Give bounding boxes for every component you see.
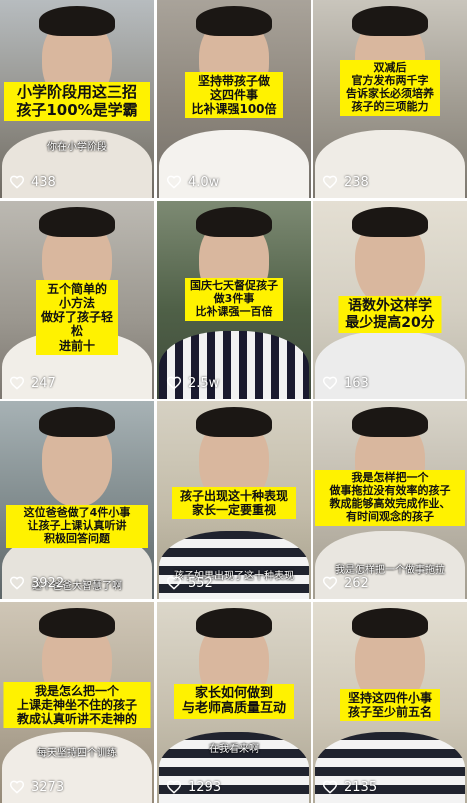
video-caption: 双减后 官方发布两千字 告诉家长必须培养 孩子的三项能力 <box>340 60 440 116</box>
heart-outline-icon <box>322 576 338 590</box>
presenter-hair <box>352 207 428 237</box>
video-subtitle: 每天坚持四个训练 <box>37 748 117 759</box>
video-caption: 家长如何做到 与老师高质量互动 <box>174 684 294 719</box>
video-thumbnail[interactable]: 这个爸爸大智慧了啊 这位爸爸做了4件小事 让孩子上课认真听讲 积极回答问题 3922 <box>0 401 154 599</box>
video-thumbnail[interactable]: 坚持这四件小事 孩子至少前五名 2135 <box>313 602 467 803</box>
like-count-value: 247 <box>31 375 56 391</box>
like-count: 3922 <box>9 575 64 591</box>
heart-outline-icon <box>322 175 338 189</box>
video-thumbnail[interactable]: 孩子如果出现了这十种表现 孩子出现这十种表现 家长一定要重视 552 <box>157 401 311 599</box>
video-caption: 坚持带孩子做 这四件事 比补课强100倍 <box>185 72 283 119</box>
like-count-value: 3273 <box>31 779 65 795</box>
like-count: 552 <box>166 575 213 591</box>
heart-outline-icon <box>166 576 182 590</box>
heart-outline-icon <box>166 780 182 794</box>
heart-outline-icon <box>9 376 25 390</box>
video-thumbnail[interactable]: 你在小学阶段 小学阶段用这三招 孩子100%是学霸 438 <box>0 0 154 198</box>
heart-outline-icon <box>166 376 182 390</box>
like-count: 247 <box>9 375 56 391</box>
video-thumbnail[interactable]: 双减后 官方发布两千字 告诉家长必须培养 孩子的三项能力 238 <box>313 0 467 198</box>
like-count: 3273 <box>9 779 64 795</box>
like-count: 262 <box>322 575 369 591</box>
video-caption: 这位爸爸做了4件小事 让孩子上课认真听讲 积极回答问题 <box>6 505 148 548</box>
video-subtitle: 我是怎样把一个做事拖拉 <box>335 565 445 576</box>
heart-outline-icon <box>9 780 25 794</box>
like-count-value: 2.5w <box>188 375 220 391</box>
video-caption: 我是怎样把一个 做事拖拉没有效率的孩子 教成能够高效完成作业、 有时间观念的孩子 <box>315 470 465 526</box>
presenter-hair <box>39 407 115 437</box>
video-thumbnail[interactable]: 坚持带孩子做 这四件事 比补课强100倍 4.0w <box>157 0 311 198</box>
presenter-hair <box>352 608 428 638</box>
like-count-value: 238 <box>344 174 369 190</box>
video-caption: 我是怎么把一个 上课走神坐不住的孩子 教成认真听讲不走神的 <box>3 682 151 729</box>
heart-outline-icon <box>166 175 182 189</box>
presenter-hair <box>39 6 115 36</box>
video-thumbnail[interactable]: 五个简单的 小方法 做好了孩子轻松 进前十 247 <box>0 201 154 399</box>
video-caption: 国庆七天督促孩子 做3件事 比补课强一百倍 <box>185 278 283 321</box>
video-caption: 五个简单的 小方法 做好了孩子轻松 进前十 <box>36 280 118 355</box>
presenter-hair <box>39 207 115 237</box>
like-count-value: 262 <box>344 575 369 591</box>
presenter-hair <box>352 407 428 437</box>
like-count-value: 2135 <box>344 779 378 795</box>
video-subtitle: 在我看来啊 <box>209 744 259 755</box>
presenter-hair <box>352 6 428 36</box>
heart-outline-icon <box>322 780 338 794</box>
presenter-hair <box>39 608 115 638</box>
presenter-hair <box>196 6 272 36</box>
like-count-value: 1293 <box>188 779 222 795</box>
video-thumbnail[interactable]: 国庆七天督促孩子 做3件事 比补课强一百倍 2.5w <box>157 201 311 399</box>
heart-outline-icon <box>322 376 338 390</box>
video-caption: 孩子出现这十种表现 家长一定要重视 <box>172 487 296 520</box>
video-thumbnail[interactable]: 在我看来啊 家长如何做到 与老师高质量互动 1293 <box>157 602 311 803</box>
presenter-hair <box>196 207 272 237</box>
like-count: 238 <box>322 174 369 190</box>
like-count: 2135 <box>322 779 377 795</box>
presenter-hair <box>196 608 272 638</box>
heart-outline-icon <box>9 576 25 590</box>
like-count: 163 <box>322 375 369 391</box>
video-thumbnail[interactable]: 我是怎样把一个做事拖拉 我是怎样把一个 做事拖拉没有效率的孩子 教成能够高效完成作… <box>313 401 467 599</box>
video-subtitle: 你在小学阶段 <box>47 142 107 153</box>
video-thumbnail[interactable]: 语数外这样学 最少提高20分 163 <box>313 201 467 399</box>
like-count: 438 <box>9 174 56 190</box>
like-count-value: 3922 <box>31 575 65 591</box>
like-count-value: 438 <box>31 174 56 190</box>
presenter-hair <box>196 407 272 437</box>
like-count: 2.5w <box>166 375 219 391</box>
like-count-value: 163 <box>344 375 369 391</box>
video-caption: 小学阶段用这三招 孩子100%是学霸 <box>4 82 150 122</box>
video-thumbnail[interactable]: 每天坚持四个训练 我是怎么把一个 上课走神坐不住的孩子 教成认真听讲不走神的 327… <box>0 602 154 803</box>
like-count: 1293 <box>166 779 221 795</box>
like-count-value: 4.0w <box>188 174 220 190</box>
video-grid: 你在小学阶段 小学阶段用这三招 孩子100%是学霸 438 坚持带孩子做 这四件事 比… <box>0 0 467 803</box>
like-count-value: 552 <box>188 575 213 591</box>
video-caption: 坚持这四件小事 孩子至少前五名 <box>340 689 440 722</box>
video-caption: 语数外这样学 最少提高20分 <box>338 296 442 334</box>
like-count: 4.0w <box>166 174 219 190</box>
heart-outline-icon <box>9 175 25 189</box>
